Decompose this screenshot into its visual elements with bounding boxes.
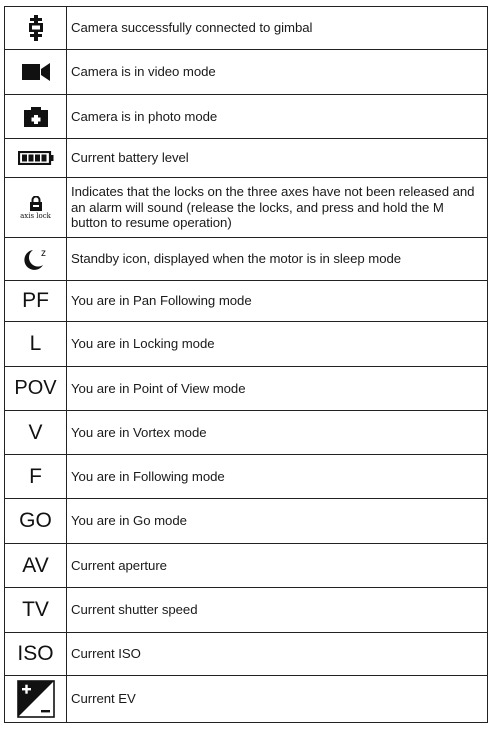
description-cell: Current ISO xyxy=(66,632,488,676)
table-row: TV Current shutter speed xyxy=(4,587,488,633)
description-cell: Current aperture xyxy=(66,543,488,588)
icon-cell: L xyxy=(4,321,67,367)
axis-lock-label: axis lock xyxy=(20,211,51,220)
icon-cell: axis lock xyxy=(4,177,67,238)
description-cell: You are in Point of View mode xyxy=(66,366,488,411)
description-cell: You are in Vortex mode xyxy=(66,410,488,455)
icon-cell: F xyxy=(4,454,67,499)
gimbal-connected-icon xyxy=(28,15,43,41)
battery-icon xyxy=(17,151,53,165)
icon-cell: z xyxy=(4,237,67,281)
table-row: L You are in Locking mode xyxy=(4,321,488,367)
icon-cell: V xyxy=(4,410,67,455)
icon-cell xyxy=(4,138,67,178)
icon-cell xyxy=(4,94,67,139)
mode-abbreviation: POV xyxy=(14,377,57,399)
description-cell: Current EV xyxy=(66,675,488,723)
standby-moon-icon: z xyxy=(23,248,46,270)
table-row: Camera successfully connected to gimbal xyxy=(4,6,488,50)
icon-cell: TV xyxy=(4,587,67,633)
setting-abbreviation: AV xyxy=(22,553,49,577)
table-row: Current EV xyxy=(4,675,488,723)
table-row: z Standby icon, displayed when the motor… xyxy=(4,237,488,281)
mode-abbreviation: V xyxy=(28,420,43,444)
description-cell: Standby icon, displayed when the motor i… xyxy=(66,237,488,281)
icon-cell: GO xyxy=(4,498,67,544)
table-row: PF You are in Pan Following mode xyxy=(4,280,488,322)
description-cell: Camera successfully connected to gimbal xyxy=(66,6,488,50)
description-cell: You are in Go mode xyxy=(66,498,488,544)
description-cell: You are in Pan Following mode xyxy=(66,280,488,322)
description-cell: Current battery level xyxy=(66,138,488,178)
table-row: V You are in Vortex mode xyxy=(4,410,488,455)
icon-cell xyxy=(4,675,67,723)
table-row: Current battery level xyxy=(4,138,488,178)
mode-abbreviation: L xyxy=(29,332,42,355)
description-cell: Current shutter speed xyxy=(66,587,488,633)
table-row: POV You are in Point of View mode xyxy=(4,366,488,411)
standby-z-text: z xyxy=(41,248,46,259)
icon-cell: AV xyxy=(4,543,67,588)
table-row: Camera is in photo mode xyxy=(4,94,488,139)
mode-abbreviation: GO xyxy=(19,509,52,532)
video-camera-icon xyxy=(21,63,50,81)
description-cell: Camera is in photo mode xyxy=(66,94,488,139)
axis-lock-icon xyxy=(29,195,42,211)
icon-cell xyxy=(4,49,67,95)
table-row: F You are in Following mode xyxy=(4,454,488,499)
icon-cell: PF xyxy=(4,280,67,322)
description-cell: You are in Locking mode xyxy=(66,321,488,367)
setting-abbreviation: TV xyxy=(22,598,49,621)
icon-legend-table: Camera successfully connected to gimbal … xyxy=(4,6,488,723)
icon-cell xyxy=(4,6,67,50)
description-cell: Camera is in video mode xyxy=(66,49,488,95)
description-cell: You are in Following mode xyxy=(66,454,488,499)
table-row: GO You are in Go mode xyxy=(4,498,488,544)
table-row: Camera is in video mode xyxy=(4,49,488,95)
exposure-value-icon xyxy=(16,680,55,718)
setting-abbreviation: ISO xyxy=(17,642,54,665)
mode-abbreviation: PF xyxy=(22,289,49,312)
table-row: AV Current aperture xyxy=(4,543,488,588)
photo-camera-icon xyxy=(23,106,48,127)
table-row: axis lock Indicates that the locks on th… xyxy=(4,177,488,238)
description-cell: Indicates that the locks on the three ax… xyxy=(66,177,488,238)
mode-abbreviation: F xyxy=(29,464,42,488)
icon-cell: ISO xyxy=(4,632,67,676)
table-row: ISO Current ISO xyxy=(4,632,488,676)
icon-cell: POV xyxy=(4,366,67,411)
